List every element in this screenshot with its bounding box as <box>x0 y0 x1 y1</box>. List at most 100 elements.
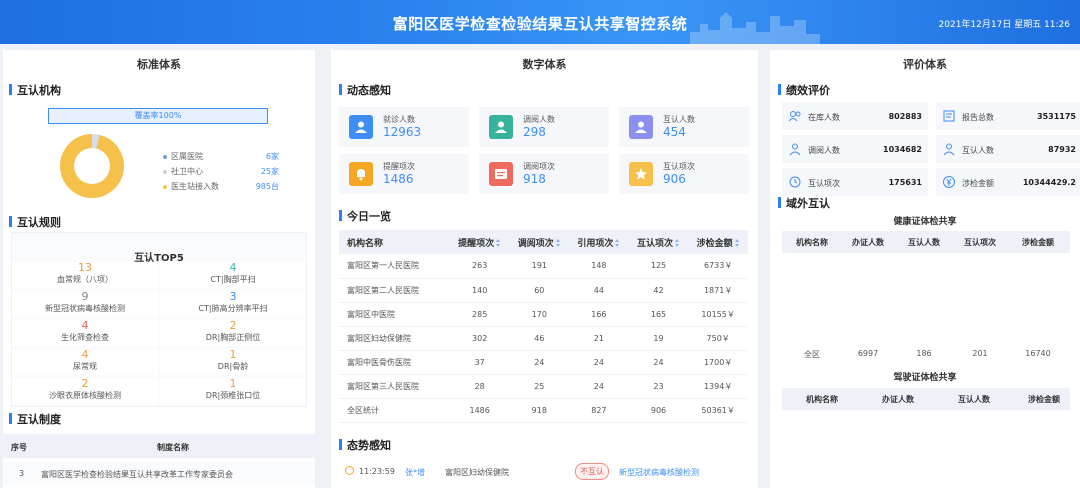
column-header: 办证人数 <box>852 238 884 247</box>
table-cell: 201 <box>972 349 988 358</box>
star-icon <box>629 162 653 186</box>
table-cell: 24 <box>569 374 629 399</box>
table-cell: 1700￥ <box>688 350 748 375</box>
health-table-header: 机构名称 办证人数 互认人数 互认项次 涉检金额 <box>782 231 1070 253</box>
table-cell: 21 <box>569 326 629 351</box>
sort-icon[interactable] <box>615 239 620 247</box>
stat-value: 3531175 <box>1037 112 1076 121</box>
table-cell: 60 <box>509 278 570 303</box>
table-cell: 186 <box>916 349 932 358</box>
metric-card[interactable]: 互认项次 906 <box>619 154 749 194</box>
perf-stat[interactable]: 互认人数 87932 <box>936 135 1080 163</box>
stat-value: 87932 <box>1048 145 1076 154</box>
legend-label: 区属医院 <box>171 152 203 161</box>
metric-card[interactable]: 提醒项次 1486 <box>339 154 469 194</box>
legend-value: 985台 <box>255 182 279 191</box>
top5-label: DR|颈椎张口位 <box>205 391 261 400</box>
column-header: 互认人数 <box>958 395 990 404</box>
metric-card[interactable]: 调阅人数 298 <box>479 107 609 147</box>
table-cell: 50361￥ <box>688 398 748 423</box>
perf-stat[interactable]: 调阅人数 1034682 <box>782 135 928 163</box>
column-header-label: 涉检金额 <box>696 238 733 249</box>
table-cell: 25 <box>509 374 570 399</box>
perf-stat[interactable]: 涉检金额 10344429.2 <box>936 168 1080 196</box>
table-cell: 46 <box>509 326 570 351</box>
institution-donut-chart <box>60 134 124 198</box>
stat-value: 802883 <box>888 112 922 121</box>
table-cell: 富阳区妇幼保健院 <box>339 326 450 351</box>
entry-time: 11:23:59 <box>359 467 395 476</box>
table-row[interactable]: 富阳区第三人民医院 28 25 24 23 1394￥ <box>339 374 748 399</box>
top5-count: 9 <box>81 290 89 303</box>
perf-stat[interactable]: 在库人数 802883 <box>782 102 928 130</box>
table-cell: 19 <box>628 326 689 351</box>
perf-stat[interactable]: 报告总数 3531175 <box>936 102 1080 130</box>
column-header: 涉检金额 <box>1022 238 1054 247</box>
top5-label: 生化筛查检查 <box>61 333 109 342</box>
metric-card[interactable]: 互认人数 454 <box>619 107 749 147</box>
legend-item: 社卫中心 25家 <box>163 166 283 177</box>
datetime-display: 2021年12月17日 星期五 11:26 <box>938 20 1070 30</box>
system-table-row[interactable]: 3 富阳区医学检查检验结果互认共享改革工作专家委员会 <box>3 462 315 484</box>
column-header-label: 引用项次 <box>577 238 614 249</box>
column-header[interactable]: 互认项次 <box>628 230 689 254</box>
person-icon <box>629 115 653 139</box>
sort-icon[interactable] <box>734 239 740 247</box>
stat-label: 互认人数 <box>962 146 994 155</box>
table-cell: 170 <box>509 302 570 327</box>
section-title-institutions: 互认机构 <box>9 82 61 98</box>
bell-icon <box>349 162 373 186</box>
metric-value: 12963 <box>383 125 422 139</box>
stat-value: 1034682 <box>883 145 922 154</box>
entry-item[interactable]: 新型冠状病毒核酸检测 <box>619 467 699 478</box>
metric-value: 918 <box>523 172 546 186</box>
entry-name[interactable]: 张*增 <box>405 467 425 478</box>
top5-count: 3 <box>229 290 237 303</box>
top5-label: 新型冠状病毒核酸检测 <box>45 304 125 313</box>
metric-card[interactable]: 调阅项次 918 <box>479 154 609 194</box>
sort-icon[interactable] <box>675 239 680 247</box>
table-cell: 全区统计 <box>339 398 450 423</box>
top5-count: 13 <box>78 261 92 274</box>
section-title-rules: 互认规则 <box>9 214 61 230</box>
table-row[interactable]: 富阳区第二人民医院 140 60 44 42 1871￥ <box>339 278 748 303</box>
legend-label: 医生站接入数 <box>171 182 219 191</box>
table-row[interactable]: 富阳区第一人民医院 263 191 148 125 6733￥ <box>339 254 748 279</box>
legend-dot <box>163 154 167 159</box>
metric-label: 就诊人数 <box>383 115 415 124</box>
column-header[interactable]: 涉检金额 <box>688 230 748 254</box>
top5-box: 互认TOP5 13 血常规（八项） 4 CT|胸部平扫 9 新型冠状病毒核酸检测 3 CT|肺… <box>11 232 307 407</box>
today-table: 机构名称 提醒项次 调阅项次 引用项次 互认项次 涉检金额 富阳区第一人民医院 263 191… <box>339 230 748 423</box>
person-icon <box>349 115 373 139</box>
legend-dot <box>163 184 167 189</box>
column-header-label: 互认项次 <box>637 238 674 249</box>
table-row[interactable]: 富阳中医骨伤医院 37 24 24 24 1700￥ <box>339 350 748 375</box>
digital-system-panel: 数字体系 动态感知 就诊人数 12963 调阅人数 298 互认人数 454 提醒项次 148… <box>331 50 758 488</box>
top5-label: CT|肺高分辨率平扫 <box>198 304 268 313</box>
top5-item: 2 DR|胸部正侧位 <box>160 320 306 346</box>
table-cell: 10155￥ <box>688 302 748 327</box>
table-cell: 1486 <box>449 398 510 423</box>
table-cell: 302 <box>449 326 510 351</box>
driver-cert-title: 驾驶证体检共享 <box>893 373 957 383</box>
table-cell: 24 <box>509 350 570 375</box>
column-header[interactable]: 引用项次 <box>569 230 629 254</box>
health-table-row[interactable]: 全区 6997 186 201 16740 <box>782 343 1070 363</box>
section-title-situation: 态势感知 <box>339 437 391 453</box>
column-header[interactable]: 提醒项次 <box>449 230 510 254</box>
metric-value: 454 <box>663 125 686 139</box>
metric-card[interactable]: 就诊人数 12963 <box>339 107 469 147</box>
top5-count: 2 <box>81 377 89 390</box>
column-header-label: 提醒项次 <box>458 238 495 249</box>
section-title-perf: 绩效评价 <box>778 82 830 98</box>
column-header[interactable]: 调阅项次 <box>509 230 570 254</box>
perf-stat[interactable]: 互认项次 175631 <box>782 168 928 196</box>
table-row[interactable]: 全区统计 1486 918 827 906 50361￥ <box>339 398 748 423</box>
top5-item: 9 新型冠状病毒核酸检测 <box>12 291 158 317</box>
table-row[interactable]: 富阳区妇幼保健院 302 46 21 19 750￥ <box>339 326 748 351</box>
table-row[interactable]: 富阳区中医院 285 170 166 165 10155￥ <box>339 302 748 327</box>
situation-entry[interactable]: 11:23:59 张*增 富阳区妇幼保健院 不互认 新型冠状病毒核酸检测 <box>339 460 748 482</box>
sort-icon[interactable] <box>555 239 561 247</box>
sort-icon[interactable] <box>496 239 501 247</box>
table-cell: 6733￥ <box>688 254 748 279</box>
